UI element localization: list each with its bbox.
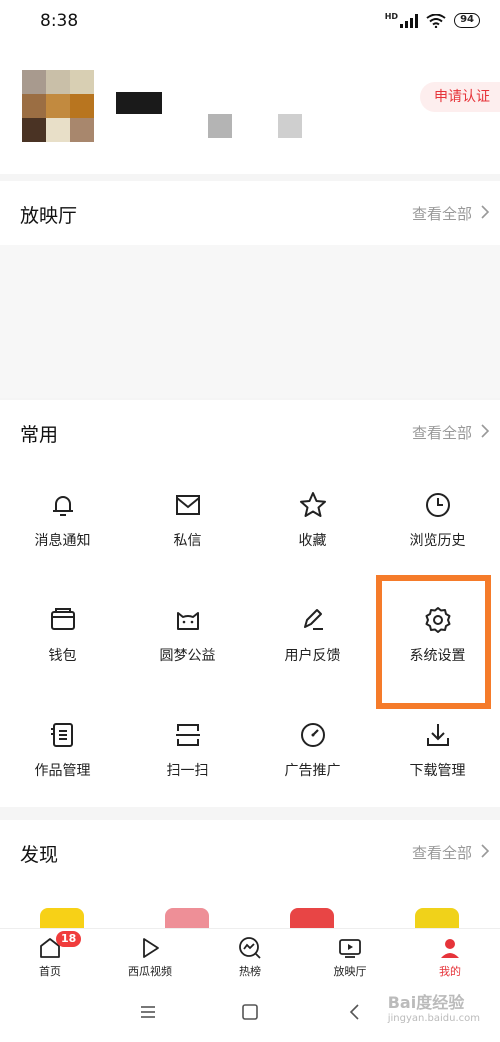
theater-view-all-link[interactable]: 查看全部	[412, 203, 490, 224]
status-bar: 8:38 HD 94	[0, 0, 500, 44]
grid-item-ads[interactable]: 广告推广	[250, 692, 375, 807]
discover-app-icon[interactable]	[290, 908, 334, 930]
profile-header: 申请认证	[0, 44, 500, 174]
bell-icon	[52, 496, 73, 516]
download-icon	[426, 724, 449, 746]
section-title: 放映厅	[20, 205, 78, 227]
star-icon	[299, 492, 326, 517]
clock-icon	[425, 493, 450, 517]
chevron-right-icon	[481, 424, 490, 438]
avatar[interactable]	[22, 70, 94, 142]
tv-icon	[339, 939, 361, 958]
bottom-tab-bar: 18 首页 西瓜视频 热榜 放映厅 我的	[0, 928, 500, 983]
notification-badge: 18	[56, 931, 82, 947]
grid-item-messages[interactable]: 私信	[125, 462, 250, 577]
discover-app-icon[interactable]	[165, 908, 209, 930]
theater-content-area	[0, 245, 500, 398]
envelope-icon	[175, 495, 200, 515]
tab-xigua-video[interactable]: 西瓜视频	[100, 929, 200, 984]
grid-item-wallet[interactable]: 钱包	[0, 577, 125, 692]
menu-icon[interactable]	[137, 1001, 159, 1023]
common-section-header: 常用 查看全部	[0, 400, 500, 464]
user-icon	[441, 939, 459, 958]
home-square-icon[interactable]	[239, 1001, 261, 1023]
chevron-right-icon	[481, 205, 490, 219]
theater-section-header: 放映厅 查看全部	[0, 181, 500, 245]
discover-view-all-link[interactable]: 查看全部	[412, 842, 490, 863]
apply-verification-button[interactable]: 申请认证	[420, 82, 500, 112]
section-title: 常用	[20, 424, 59, 446]
status-time: 8:38	[40, 11, 79, 31]
grid-item-scan[interactable]: 扫一扫	[125, 692, 250, 807]
scan-icon	[175, 724, 200, 746]
section-title: 发现	[20, 844, 59, 866]
tab-trending[interactable]: 热榜	[200, 929, 300, 984]
edit-pen-icon	[303, 609, 323, 630]
signal-icon	[400, 13, 419, 28]
battery-indicator: 94	[454, 13, 480, 28]
discover-app-icon[interactable]	[415, 908, 459, 930]
discover-section-header: 发现 查看全部	[0, 820, 500, 884]
system-nav-bar: Bai度经验 jingyan.baidu.com	[0, 983, 500, 1042]
discover-app-icon[interactable]	[40, 908, 84, 930]
username-redacted	[116, 92, 162, 114]
grid-item-works[interactable]: 作品管理	[0, 692, 125, 807]
grid-item-notifications[interactable]: 消息通知	[0, 462, 125, 577]
grid-item-charity[interactable]: 圆梦公益	[125, 577, 250, 692]
grid-item-downloads[interactable]: 下载管理	[375, 692, 500, 807]
discover-items	[0, 884, 500, 930]
tab-home[interactable]: 18 首页	[0, 929, 100, 984]
back-icon[interactable]	[344, 1001, 366, 1023]
profile-meta-redacted	[208, 114, 232, 138]
gauge-icon	[300, 723, 325, 747]
grid-item-favorites[interactable]: 收藏	[250, 462, 375, 577]
grid-item-feedback[interactable]: 用户反馈	[250, 577, 375, 692]
tab-theater[interactable]: 放映厅	[300, 929, 400, 984]
tab-me[interactable]: 我的	[400, 929, 500, 984]
settings-highlight-box	[376, 575, 491, 709]
wallet-icon	[50, 608, 75, 630]
watermark: Bai度经验 jingyan.baidu.com	[387, 993, 480, 1024]
document-list-icon	[50, 723, 73, 747]
charity-cat-icon	[176, 612, 199, 630]
trending-icon	[239, 937, 261, 959]
play-icon	[143, 938, 159, 958]
profile-meta-redacted	[278, 114, 302, 138]
common-view-all-link[interactable]: 查看全部	[412, 422, 490, 443]
wifi-icon	[426, 13, 446, 28]
chevron-right-icon	[481, 844, 490, 858]
grid-item-history[interactable]: 浏览历史	[375, 462, 500, 577]
network-label: HD	[384, 12, 399, 21]
